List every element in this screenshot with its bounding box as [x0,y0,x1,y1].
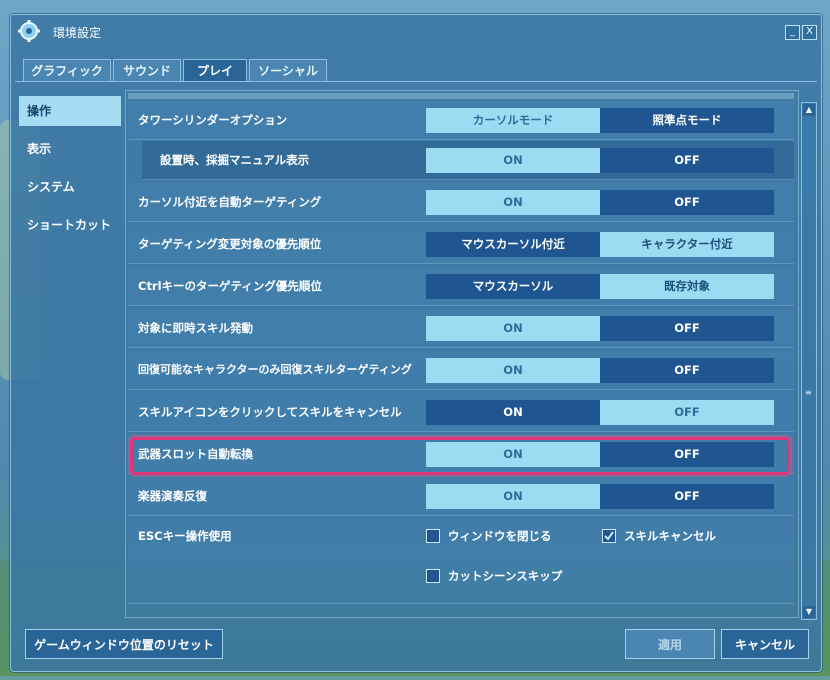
option-on[interactable]: ON [426,358,600,383]
tab-graphics[interactable]: グラフィック [23,59,111,82]
option-on[interactable]: ON [426,190,600,215]
option-off[interactable]: OFF [600,316,774,341]
settings-panel: タワーシリンダーオプション カーソルモード 照準点モード 設置時、採掘マニュアル… [125,90,799,618]
checkbox-label: ウィンドウを閉じる [448,529,552,543]
option-near-character[interactable]: キャラクター付近 [600,232,774,257]
minimize-button[interactable]: _ [785,25,800,40]
setting-label: ターゲティング変更対象の優先順位 [138,237,322,251]
setting-label: ESCキー操作使用 [138,529,232,543]
setting-label: タワーシリンダーオプション [138,113,288,127]
option-off[interactable]: OFF [600,358,774,383]
setting-row-instant-skill: 対象に即時スキル発動 ON OFF [128,309,794,348]
option-on[interactable]: ON [426,400,600,425]
option-on[interactable]: ON [426,316,600,341]
setting-label: カーソル付近を自動ターゲティング [138,195,322,209]
scroll-thumb[interactable] [804,119,814,195]
panel-header-strip [128,93,794,99]
highlight-frame [130,437,790,475]
title-bar[interactable]: 環境設定 _ X [11,15,821,47]
option-off[interactable]: OFF [600,190,774,215]
setting-row-mining-manual: 設置時、採掘マニュアル表示 ON OFF [142,141,794,180]
tab-play[interactable]: プレイ [183,59,247,82]
option-on[interactable]: ON [426,484,600,509]
setting-row-target-priority: ターゲティング変更対象の優先順位 マウスカーソル付近 キャラクター付近 [128,225,794,264]
sidebar-item-display[interactable]: 表示 [19,134,121,164]
checkbox-unchecked[interactable] [426,569,440,583]
scroll-up-arrow-icon[interactable]: ▲ [803,104,815,116]
setting-row-ctrl-target-priority: Ctrlキーのターゲティング優先順位 マウスカーソル 既存対象 [128,267,794,306]
setting-row-auto-target: カーソル付近を自動ターゲティング ON OFF [128,183,794,222]
setting-row-skill-icon-cancel: スキルアイコンをクリックしてスキルをキャンセル ON OFF [128,393,794,432]
checkbox-label: カットシーンスキップ [448,569,563,583]
sidebar-item-system[interactable]: システム [19,172,121,202]
setting-label: 対象に即時スキル発動 [138,321,253,335]
sidebar-item-shortcut[interactable]: ショートカット [19,210,121,240]
setting-row-instrument-repeat: 楽器演奏反復 ON OFF [128,477,794,516]
tab-content: 操作 表示 システム ショートカット タワーシリンダーオプション カーソルモード… [15,81,817,620]
checkbox-checked[interactable] [602,529,616,543]
setting-row-esc-key: ESCキー操作使用 ウィンドウを閉じる スキルキャンセル カットシーンスキップ [128,519,794,604]
option-mouse-cursor[interactable]: マウスカーソル [426,274,600,299]
option-near-mouse[interactable]: マウスカーソル付近 [426,232,600,257]
setting-label: スキルアイコンをクリックしてスキルをキャンセル [138,405,402,419]
tab-sound[interactable]: サウンド [113,59,181,82]
checkbox-label: スキルキャンセル [624,529,716,543]
option-off[interactable]: OFF [600,148,774,173]
scroll-down-arrow-icon[interactable]: ▼ [803,606,815,618]
settings-window: 環境設定 _ X グラフィック サウンド プレイ ソーシャル 操作 表示 システ… [10,14,822,672]
option-aim-mode[interactable]: 照準点モード [600,108,774,133]
sidebar-item-controls[interactable]: 操作 [19,96,121,126]
setting-label: Ctrlキーのターゲティング優先順位 [138,279,322,293]
checkmark-icon [604,531,614,541]
setting-label: 回復可能なキャラクターのみ回復スキルターゲティング [138,363,412,376]
setting-row-heal-targeting: 回復可能なキャラクターのみ回復スキルターゲティング ON OFF [128,351,794,390]
window-title: 環境設定 [53,26,102,40]
checkbox-unchecked[interactable] [426,529,440,543]
reset-window-position-button[interactable]: ゲームウィンドウ位置のリセット [25,629,223,659]
settings-scrollbar[interactable]: ▲ ≡ ▼ [801,102,817,620]
cancel-button[interactable]: キャンセル [721,629,809,659]
setting-label: 楽器演奏反復 [138,489,207,503]
setting-row-tower-cylinder: タワーシリンダーオプション カーソルモード 照準点モード [128,101,794,140]
gear-icon [18,20,40,42]
option-cursor-mode[interactable]: カーソルモード [426,108,600,133]
apply-button[interactable]: 適用 [625,629,715,659]
scroll-grip-icon: ≡ [805,388,812,397]
option-existing-target[interactable]: 既存対象 [600,274,774,299]
close-button[interactable]: X [802,25,817,40]
tab-social[interactable]: ソーシャル [249,59,327,82]
option-on[interactable]: ON [426,148,600,173]
option-off[interactable]: OFF [600,484,774,509]
setting-label: 設置時、採掘マニュアル表示 [160,153,310,167]
option-off[interactable]: OFF [600,400,774,425]
